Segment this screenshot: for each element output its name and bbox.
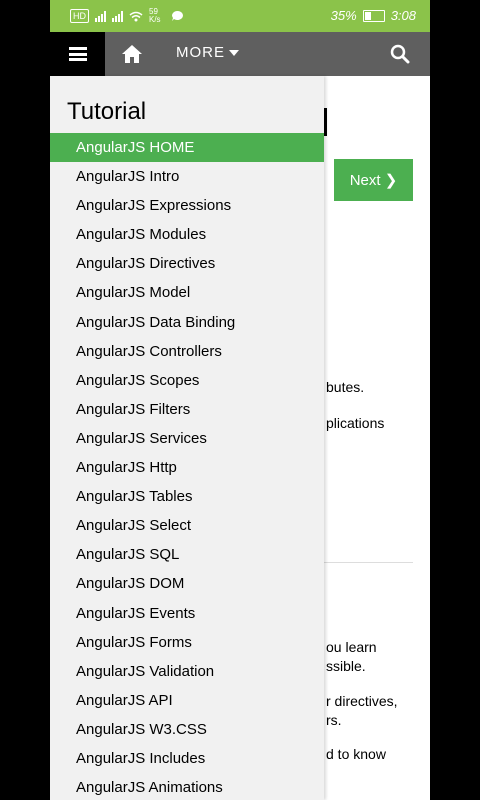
drawer-item-angularjs-filters[interactable]: AngularJS Filters: [50, 395, 324, 424]
home-icon[interactable]: [120, 42, 144, 66]
next-button[interactable]: Next ❯: [334, 159, 413, 201]
wifi-icon: [129, 11, 143, 21]
status-bar: HD 59 K/s 35% 3:08: [50, 0, 430, 32]
drawer-item-angularjs-select[interactable]: AngularJS Select: [50, 511, 324, 540]
drawer-item-angularjs-http[interactable]: AngularJS Http: [50, 453, 324, 482]
drawer-item-angularjs-includes[interactable]: AngularJS Includes: [50, 744, 324, 773]
drawer-item-angularjs-services[interactable]: AngularJS Services: [50, 424, 324, 453]
drawer-item-angularjs-validation[interactable]: AngularJS Validation: [50, 657, 324, 686]
text-fragment: rs.: [326, 712, 342, 728]
drawer-item-angularjs-animations[interactable]: AngularJS Animations: [50, 773, 324, 800]
tutorial-drawer: Tutorial AngularJS HOME AngularJS Intro An…: [50, 76, 324, 800]
search-icon[interactable]: [390, 44, 410, 64]
more-menu-button[interactable]: MORE: [176, 44, 239, 61]
menu-button[interactable]: [50, 32, 105, 76]
drawer-item-angularjs-data-binding[interactable]: AngularJS Data Binding: [50, 308, 324, 337]
drawer-item-angularjs-tables[interactable]: AngularJS Tables: [50, 482, 324, 511]
divider: [323, 562, 413, 563]
text-fragment: ou learn: [326, 639, 377, 655]
text-fragment: d to know: [326, 746, 386, 762]
top-navbar: MORE: [50, 32, 430, 76]
drawer-menu: AngularJS HOME AngularJS Intro AngularJS E…: [50, 133, 324, 800]
hamburger-icon: [68, 47, 87, 61]
signal-icon: [95, 10, 106, 22]
caret-down-icon: [229, 50, 239, 57]
drawer-item-angularjs-w3-css[interactable]: AngularJS W3.CSS: [50, 715, 324, 744]
drawer-item-angularjs-directives[interactable]: AngularJS Directives: [50, 249, 324, 278]
network-speed: 59 K/s: [149, 7, 161, 24]
text-fragment: plications: [326, 415, 385, 431]
drawer-item-angularjs-forms[interactable]: AngularJS Forms: [50, 628, 324, 657]
drawer-item-angularjs-controllers[interactable]: AngularJS Controllers: [50, 337, 324, 366]
drawer-item-angularjs-api[interactable]: AngularJS API: [50, 686, 324, 715]
text-fragment: butes.: [326, 379, 365, 395]
drawer-title: Tutorial: [67, 98, 147, 125]
drawer-item-angularjs-expressions[interactable]: AngularJS Expressions: [50, 191, 324, 220]
clock: 3:08: [390, 8, 416, 23]
status-right: 35% 3:08: [331, 8, 416, 23]
hd-badge: HD: [70, 9, 89, 23]
drawer-item-angularjs-sql[interactable]: AngularJS SQL: [50, 540, 324, 569]
drawer-item-angularjs-scopes[interactable]: AngularJS Scopes: [50, 366, 324, 395]
chat-icon: [172, 11, 183, 21]
drawer-item-angularjs-modules[interactable]: AngularJS Modules: [50, 220, 324, 249]
drawer-item-angularjs-intro[interactable]: AngularJS Intro: [50, 162, 324, 191]
battery-icon: [362, 9, 385, 22]
more-label: MORE: [176, 44, 225, 61]
battery-percent: 35%: [330, 8, 357, 23]
drawer-item-angularjs-dom[interactable]: AngularJS DOM: [50, 569, 324, 598]
drawer-item-angularjs-events[interactable]: AngularJS Events: [50, 599, 324, 628]
signal-icon-2: [112, 10, 123, 22]
drawer-item-angularjs-home[interactable]: AngularJS HOME: [50, 133, 324, 163]
status-left: HD 59 K/s: [70, 8, 184, 24]
text-fragment: r directives,: [326, 693, 398, 709]
drawer-item-angularjs-model[interactable]: AngularJS Model: [50, 278, 324, 307]
text-fragment: ssible.: [326, 658, 366, 674]
